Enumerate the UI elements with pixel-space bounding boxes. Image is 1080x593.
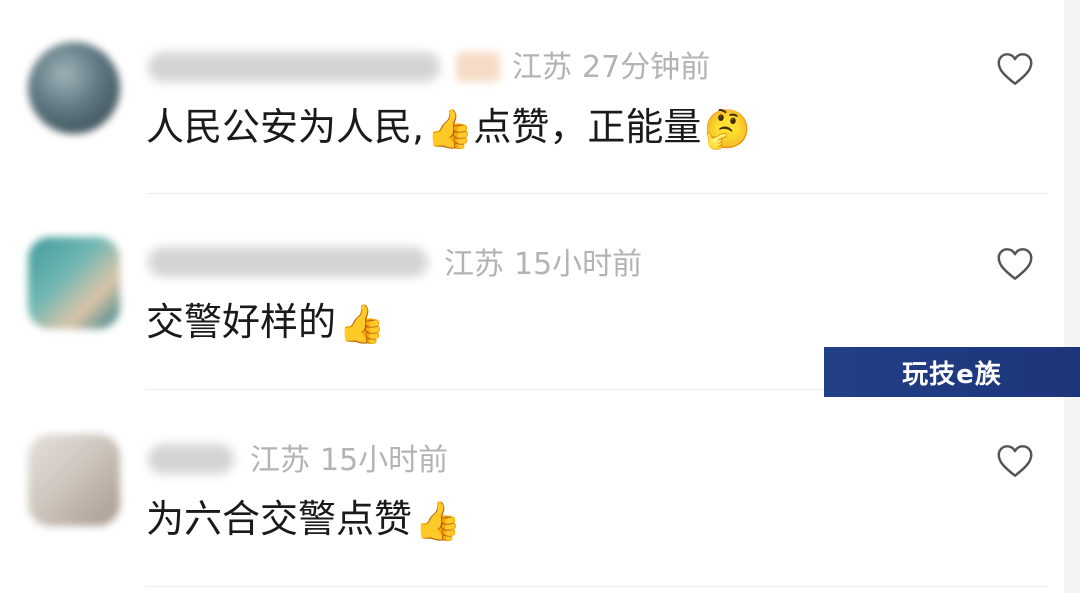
comment-text-part: 为六合交警点赞: [146, 497, 413, 541]
comment-meta: 江苏 27分钟前: [512, 53, 710, 83]
username-blurred[interactable]: [148, 247, 428, 277]
thinking-666-icon: 🤔: [703, 107, 751, 151]
comment-text-part: 点赞，正能量: [473, 105, 702, 149]
heart-outline-icon[interactable]: [996, 52, 1034, 86]
comment-location: 江苏: [512, 50, 572, 85]
user-badge: [456, 52, 500, 82]
comment-time: 15小时前: [320, 443, 449, 478]
comment-location: 江苏: [444, 247, 504, 282]
avatar[interactable]: [28, 434, 120, 526]
comment-location: 江苏: [250, 443, 310, 478]
comment-meta: 江苏 15小时前: [444, 250, 642, 280]
watermark-logo: 玩技e族: [824, 347, 1080, 397]
heart-outline-icon[interactable]: [996, 444, 1034, 478]
comment-item: 江苏 15小时前 为六合交警点赞👍: [0, 390, 1064, 593]
username-blurred[interactable]: [148, 52, 440, 82]
comment-item: 江苏 27分钟前 人民公安为人民,👍点赞，正能量🤔: [0, 0, 1064, 195]
comment-time: 15小时前: [514, 247, 643, 282]
watermark-text: 玩技e族: [902, 359, 1002, 390]
comment-text: 人民公安为人民,👍点赞，正能量🤔: [146, 108, 751, 148]
comment-text-part: 交警好样的: [146, 300, 337, 344]
divider: [146, 193, 1048, 194]
comment-text: 为六合交警点赞👍: [146, 500, 461, 540]
thumbs-up-icon: 👍: [414, 499, 462, 543]
comment-text-part: 人民公安为人民,: [146, 105, 425, 149]
avatar[interactable]: [28, 237, 120, 329]
comment-text: 交警好样的👍: [146, 303, 385, 343]
thumbs-up-icon: 👍: [426, 107, 474, 151]
avatar[interactable]: [28, 42, 120, 134]
comment-meta: 江苏 15小时前: [250, 446, 448, 476]
username-blurred[interactable]: [148, 444, 234, 474]
thumbs-up-icon: 👍: [338, 302, 386, 346]
heart-outline-icon[interactable]: [996, 247, 1034, 281]
scrollbar-track: [1064, 0, 1080, 593]
divider: [146, 586, 1048, 587]
comment-time: 27分钟前: [582, 50, 711, 85]
